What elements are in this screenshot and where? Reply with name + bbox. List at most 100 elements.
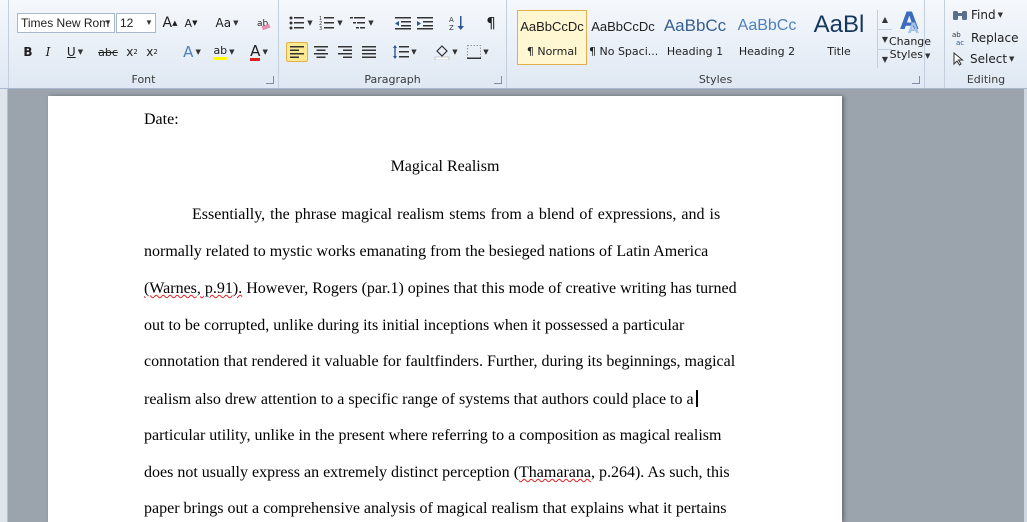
left-gutter xyxy=(0,89,8,522)
find-label: Find xyxy=(971,8,996,22)
style-no-spacing[interactable]: AaBbCcDc ¶ No Spaci... xyxy=(588,10,658,65)
align-center-button[interactable] xyxy=(310,42,332,62)
change-case-button[interactable]: Aa ▼ xyxy=(212,13,242,33)
paragraph-group: ▼ 1 2 3 ▼ ▼ AZ ¶ ▼ ▼ ▼ Paragraph xyxy=(279,0,507,88)
italic-icon: I xyxy=(45,45,51,59)
font-name-combo[interactable]: Times New Rom ▼ xyxy=(17,13,115,33)
strikethrough-button[interactable]: abc xyxy=(95,42,121,62)
underline-icon: U xyxy=(66,45,76,59)
dialog-launcher-icon[interactable] xyxy=(494,76,502,84)
svg-text:A: A xyxy=(908,21,919,35)
sort-icon: AZ xyxy=(449,16,464,31)
change-styles-label-2: Styles ▼ xyxy=(889,48,931,61)
show-marks-button[interactable]: ¶ xyxy=(481,13,501,33)
align-right-icon xyxy=(338,46,352,58)
change-styles-button[interactable]: AA Change Styles ▼ xyxy=(889,6,931,64)
grow-font-icon: A xyxy=(162,15,173,31)
align-right-button[interactable] xyxy=(334,42,356,62)
style-heading-1[interactable]: AaBbCc Heading 1 xyxy=(660,10,730,65)
borders-button[interactable]: ▼ xyxy=(464,42,492,62)
chevron-down-icon[interactable]: ▼ xyxy=(102,14,114,32)
style-name: ¶ No Spaci... xyxy=(589,45,657,58)
bold-icon: B xyxy=(23,45,33,59)
clipboard-group-edge xyxy=(0,0,9,88)
paragraph-group-label: Paragraph xyxy=(364,73,421,86)
replace-button[interactable]: ab ac Replace xyxy=(952,30,1018,46)
highlight-icon: ab xyxy=(213,44,228,60)
dialog-launcher-icon[interactable] xyxy=(266,76,274,84)
underline-button[interactable]: U ▼ xyxy=(59,42,91,62)
line-spacing-icon xyxy=(393,45,410,59)
sort-button[interactable]: AZ xyxy=(447,13,467,33)
clear-formatting-icon: ab xyxy=(257,19,271,31)
chevron-down-icon[interactable]: ▼ xyxy=(143,14,155,32)
text-effects-button[interactable]: A ▼ xyxy=(178,42,206,62)
ribbon: Times New Rom ▼ 12 ▼ A ▲ A ▼ Aa ▼ ab B I U ▼… xyxy=(0,0,1027,89)
replace-icon: abac xyxy=(952,31,964,46)
align-center-icon xyxy=(314,46,328,58)
pilcrow-icon: ¶ xyxy=(486,14,496,32)
text-effects-icon: A xyxy=(183,43,194,61)
editing-group-label: Editing xyxy=(966,73,1006,86)
shading-button[interactable]: ▼ xyxy=(432,42,460,62)
italic-button[interactable]: I xyxy=(39,42,57,62)
change-styles-label-1: Change xyxy=(888,35,932,48)
style-sample: AaBl xyxy=(813,11,865,38)
select-button[interactable]: Select ▼ xyxy=(952,52,1014,66)
superscript-button[interactable]: x2 xyxy=(143,42,161,62)
highlight-button[interactable]: ab ▼ xyxy=(208,42,240,62)
dialog-launcher-icon[interactable] xyxy=(912,76,920,84)
style-normal[interactable]: AaBbCcDc ¶ Normal xyxy=(517,10,587,65)
subscript-button[interactable]: x2 xyxy=(123,42,141,62)
find-button[interactable]: Find ▼ xyxy=(952,8,1003,22)
bullets-icon xyxy=(289,16,305,30)
svg-text:ab: ab xyxy=(952,31,961,39)
font-color-icon: A xyxy=(250,41,261,61)
style-sample: AaBbCcDc xyxy=(591,19,655,34)
style-heading-2[interactable]: AaBbCc Heading 2 xyxy=(732,10,802,65)
increase-indent-icon xyxy=(417,17,433,30)
svg-text:Z: Z xyxy=(449,24,454,31)
strikethrough-icon: abc xyxy=(98,45,118,59)
numbering-button[interactable]: 1 2 3 ▼ xyxy=(317,13,345,33)
align-left-icon xyxy=(290,46,304,58)
scroll-up-icon[interactable]: ▲ xyxy=(878,10,892,30)
font-name-value: Times New Rom xyxy=(21,16,110,30)
numbering-icon: 123 xyxy=(319,16,335,30)
clear-formatting-button[interactable]: ab xyxy=(253,13,275,33)
font-group: Times New Rom ▼ 12 ▼ A ▲ A ▼ Aa ▼ ab B I U ▼… xyxy=(9,0,279,88)
font-color-button[interactable]: A ▼ xyxy=(244,42,274,62)
styles-group: AaBbCcDc ¶ Normal AaBbCcDc ¶ No Spaci...… xyxy=(507,0,931,88)
font-size-combo[interactable]: 12 ▼ xyxy=(116,13,156,33)
superscript-icon: x xyxy=(146,45,154,59)
shrink-font-button[interactable]: A ▼ xyxy=(181,13,201,33)
svg-text:A: A xyxy=(449,16,454,24)
style-sample: AaBbCc xyxy=(737,17,797,34)
change-styles-icon: AA xyxy=(900,7,919,35)
line-spacing-button[interactable]: ▼ xyxy=(390,42,420,62)
style-name: Heading 1 xyxy=(666,45,724,58)
shrink-font-icon: A xyxy=(184,16,193,30)
align-left-button[interactable] xyxy=(286,42,308,62)
style-sample: AaBbCcDc xyxy=(520,19,584,34)
svg-text:3: 3 xyxy=(319,26,322,30)
decrease-indent-icon xyxy=(395,17,411,30)
document-page[interactable] xyxy=(48,96,842,522)
multilevel-list-icon xyxy=(350,17,366,29)
replace-label: Replace xyxy=(971,31,1019,45)
bold-button[interactable]: B xyxy=(19,42,37,62)
justify-button[interactable] xyxy=(358,42,380,62)
decrease-indent-button[interactable] xyxy=(393,13,413,33)
grow-font-button[interactable]: A ▲ xyxy=(160,13,180,33)
multilevel-list-button[interactable]: ▼ xyxy=(347,13,377,33)
select-label: Select xyxy=(970,52,1008,66)
style-sample: AaBbCc xyxy=(663,16,727,35)
change-case-icon: Aa xyxy=(215,16,232,30)
style-title[interactable]: AaBl Title xyxy=(804,10,874,65)
styles-group-label: Styles xyxy=(698,73,733,86)
increase-indent-button[interactable] xyxy=(415,13,435,33)
style-name: ¶ Normal xyxy=(526,45,578,58)
borders-icon xyxy=(467,45,482,59)
style-name: Heading 2 xyxy=(738,45,796,58)
bullets-button[interactable]: ▼ xyxy=(287,13,315,33)
